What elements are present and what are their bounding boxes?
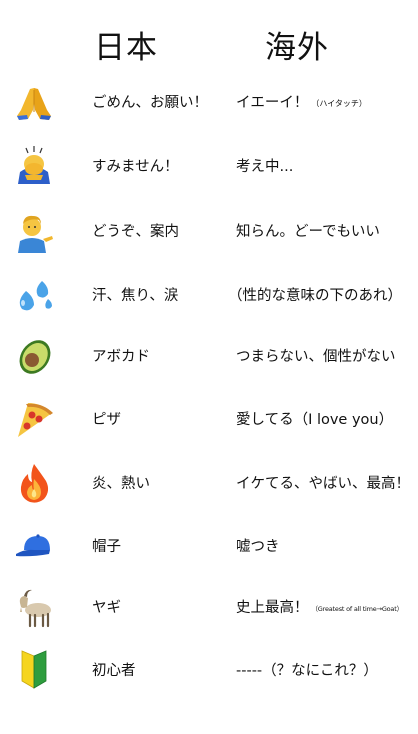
japan-meaning: 初心者 bbox=[92, 663, 136, 679]
japan-meaning: どうぞ、案内 bbox=[92, 224, 179, 240]
japan-meaning: 汗、焦り、涙 bbox=[92, 288, 179, 304]
list-item: 炎、熱い イケてる、やばい、最高！ bbox=[0, 458, 418, 508]
list-item: ヤギ 史上最高！ （Greatest of all time→Goat） bbox=[0, 582, 418, 632]
header-overseas: 海外 bbox=[265, 30, 329, 66]
overseas-note: （ハイタッチ） bbox=[311, 99, 367, 108]
person-tipping-hand-icon bbox=[18, 215, 53, 253]
folded-hands-icon bbox=[17, 88, 51, 120]
header-japan: 日本 bbox=[94, 30, 158, 66]
goat-icon bbox=[19, 589, 51, 628]
sweat-droplets-icon bbox=[19, 281, 52, 311]
list-item: 初心者 -----（？なにこれ？） bbox=[0, 645, 418, 695]
avocado-icon bbox=[19, 340, 51, 374]
japan-meaning: ヤギ bbox=[92, 600, 121, 616]
list-item: 汗、焦り、涙 （性的な意味の下のあれ） bbox=[0, 270, 418, 320]
overseas-meaning: 嘘つき bbox=[236, 539, 280, 555]
cap-icon bbox=[16, 534, 50, 557]
list-item: ピザ 愛してる（I love you） bbox=[0, 394, 418, 444]
beginner-mark-icon bbox=[21, 650, 47, 689]
list-item: ごめん、お願い！ イエーイ！ （ハイタッチ） bbox=[0, 77, 418, 127]
person-bowing-icon bbox=[18, 146, 50, 184]
list-item: アボカド つまらない、個性がない bbox=[0, 331, 418, 381]
pizza-icon bbox=[18, 403, 53, 437]
overseas-meaning: つまらない、個性がない bbox=[236, 349, 396, 365]
overseas-meaning: -----（？なにこれ？） bbox=[236, 663, 378, 679]
overseas-meaning: （性的な意味の下のあれ） bbox=[228, 288, 402, 304]
list-item: どうぞ、案内 知らん。どーでもいい bbox=[0, 206, 418, 256]
japan-meaning: ピザ bbox=[92, 412, 121, 428]
japan-meaning: 帽子 bbox=[92, 539, 121, 555]
list-item: すみません！ 考え中... bbox=[0, 141, 418, 191]
japan-meaning: ごめん、お願い！ bbox=[92, 95, 208, 111]
overseas-meaning: イケてる、やばい、最高！ bbox=[236, 476, 410, 492]
overseas-meaning: 愛してる（I love you） bbox=[236, 412, 394, 428]
overseas-meaning: 知らん。どーでもいい bbox=[236, 224, 380, 240]
overseas-meaning: 史上最高！ （Greatest of all time→Goat） bbox=[236, 600, 404, 616]
overseas-meaning: イエーイ！ （ハイタッチ） bbox=[236, 95, 367, 111]
list-item: 帽子 嘘つき bbox=[0, 521, 418, 571]
fire-icon bbox=[20, 464, 49, 503]
japan-meaning: すみません！ bbox=[92, 159, 179, 175]
overseas-note: （Greatest of all time→Goat） bbox=[311, 605, 404, 613]
overseas-meaning: 考え中... bbox=[236, 159, 294, 175]
japan-meaning: アボカド bbox=[92, 349, 150, 365]
japan-meaning: 炎、熱い bbox=[92, 476, 150, 492]
